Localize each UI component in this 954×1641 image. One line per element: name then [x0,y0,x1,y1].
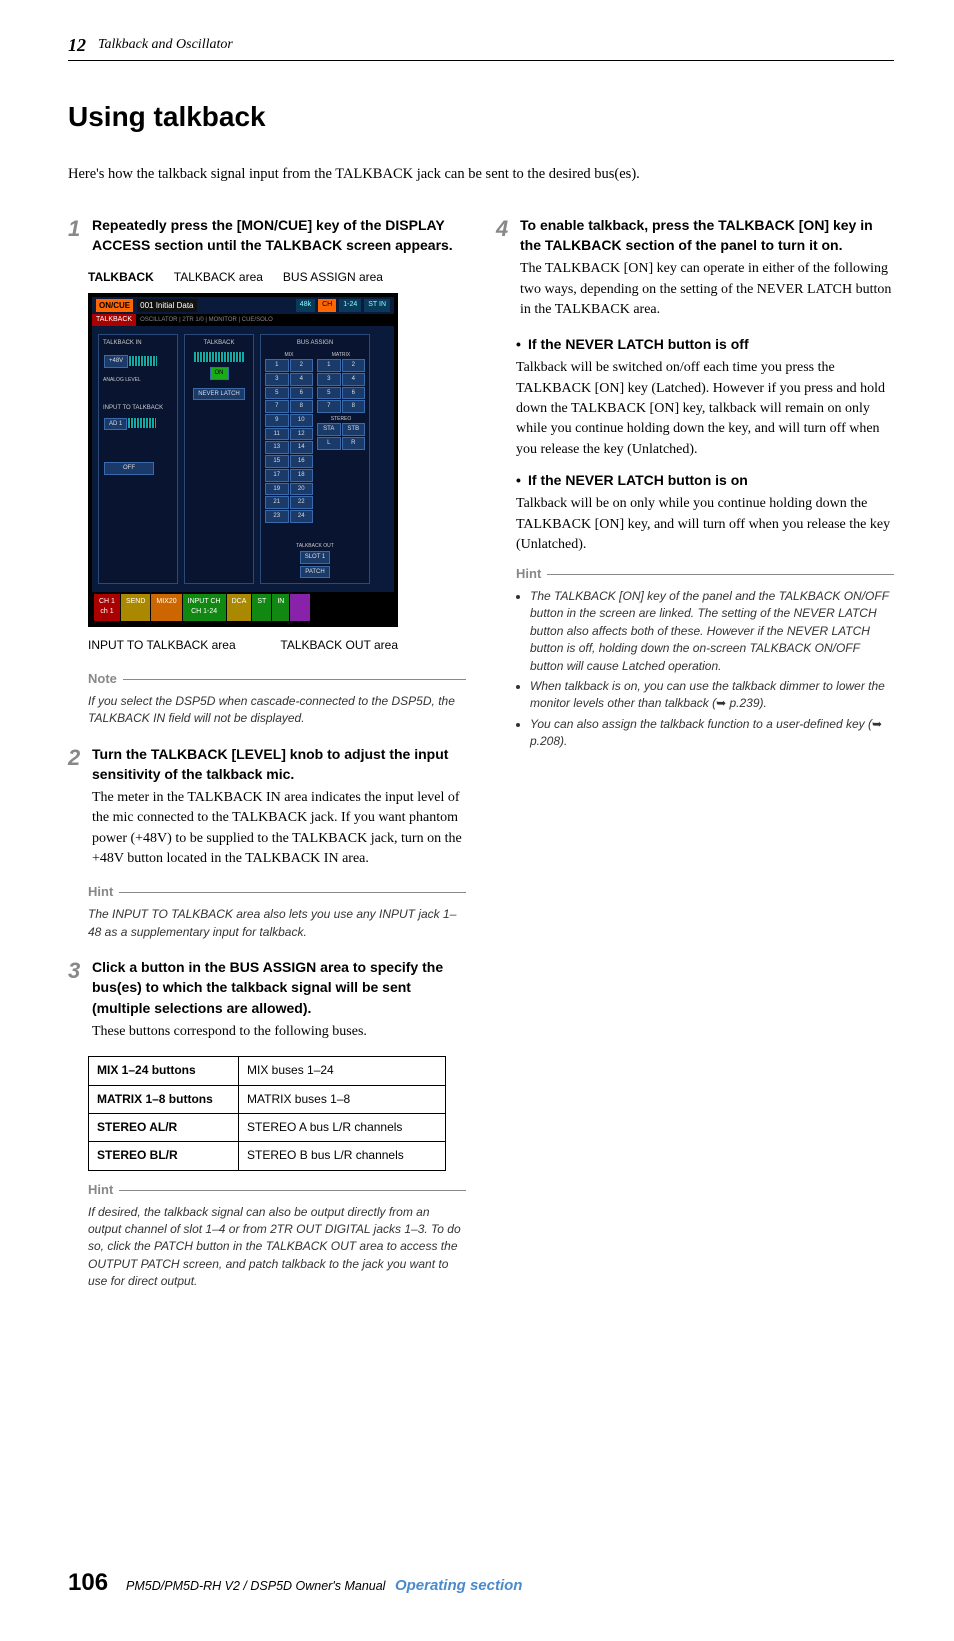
table-row: MIX 1–24 buttonsMIX buses 1–24 [89,1057,446,1085]
hint-item: When talkback is on, you can use the tal… [530,678,894,713]
step-body: The TALKBACK [ON] key can operate in eit… [520,259,894,320]
table-row: MATRIX 1–8 buttonsMATRIX buses 1–8 [89,1085,446,1113]
hint-item: The TALKBACK [ON] key of the panel and t… [530,588,894,675]
header-page-num: 12 [68,32,86,58]
label-input-to-talkback: INPUT TO TALKBACK area [88,637,236,654]
step-number: 3 [68,955,80,987]
table-row: STEREO BL/RSTEREO B bus L/R channels [89,1142,446,1170]
subsection-never-latch-off: If the NEVER LATCH button is off [516,334,894,354]
note-heading: Note [88,670,466,689]
step-4: 4 To enable talkback, press the TALKBACK… [496,215,894,320]
step-heading: To enable talkback, press the TALKBACK [… [520,215,894,256]
page-header: 12 Talkback and Oscillator [68,32,894,61]
meter-icon [129,356,157,366]
bus-table: MIX 1–24 buttonsMIX buses 1–24 MATRIX 1–… [88,1056,446,1171]
screenshot-top-labels: TALKBACK TALKBACK area BUS ASSIGN area [88,269,466,286]
note-body: If you select the DSP5D when cascade-con… [88,693,466,728]
label-talkback-out: TALKBACK OUT area [280,637,398,654]
hint-heading: Hint [516,565,894,584]
intro-text: Here's how the talkback signal input fro… [68,164,894,185]
label-bus-assign-area: BUS ASSIGN area [283,269,383,286]
label-talkback-area: TALKBACK area [174,269,263,286]
meter-icon [194,352,244,362]
step-number: 2 [68,742,80,774]
step-heading: Repeatedly press the [MON/CUE] key of th… [92,215,466,256]
hint-body: The INPUT TO TALKBACK area also lets you… [88,906,466,941]
arrow-icon: ➥ [716,696,726,710]
step-heading: Turn the TALKBACK [LEVEL] knob to adjust… [92,744,466,785]
hint-body: The TALKBACK [ON] key of the panel and t… [516,588,894,751]
meter-icon [128,418,156,428]
step-body: The meter in the TALKBACK IN area indica… [92,788,466,869]
page-footer: 106 PM5D/PM5D-RH V2 / DSP5D Owner's Manu… [68,1566,894,1601]
hint-heading: Hint [88,883,466,902]
step-1: 1 Repeatedly press the [MON/CUE] key of … [68,215,466,256]
hint-heading: Hint [88,1181,466,1200]
step-2: 2 Turn the TALKBACK [LEVEL] knob to adju… [68,744,466,870]
step-number: 4 [496,213,508,245]
footer-page-num: 106 [68,1566,108,1601]
oncue-icon: ON/CUE [96,299,133,313]
arrow-icon: ➥ [872,717,882,731]
footer-manual: PM5D/PM5D-RH V2 / DSP5D Owner's Manual [126,1579,385,1593]
label-talkback: TALKBACK [88,269,154,286]
footer-section: Operating section [395,1577,523,1594]
subsection-never-latch-on: If the NEVER LATCH button is on [516,470,894,490]
step-body: These buttons correspond to the followin… [92,1022,466,1042]
header-chapter: Talkback and Oscillator [98,35,233,55]
page-title: Using talkback [68,97,894,138]
hint-body: If desired, the talkback signal can also… [88,1204,466,1291]
step-heading: Click a button in the BUS ASSIGN area to… [92,957,466,1018]
hint-item: You can also assign the talkback functio… [530,716,894,751]
talkback-screen-image: ON/CUE 001 Initial Data 48k CH 1-24 ST I… [88,293,398,627]
screenshot-bottom-labels: INPUT TO TALKBACK area TALKBACK OUT area [88,637,398,654]
step-3: 3 Click a button in the BUS ASSIGN area … [68,957,466,1042]
subsection-body: Talkback will be switched on/off each ti… [516,358,894,459]
step-number: 1 [68,213,80,245]
subsection-body: Talkback will be on only while you conti… [516,494,894,555]
table-row: STEREO AL/RSTEREO A bus L/R channels [89,1113,446,1141]
